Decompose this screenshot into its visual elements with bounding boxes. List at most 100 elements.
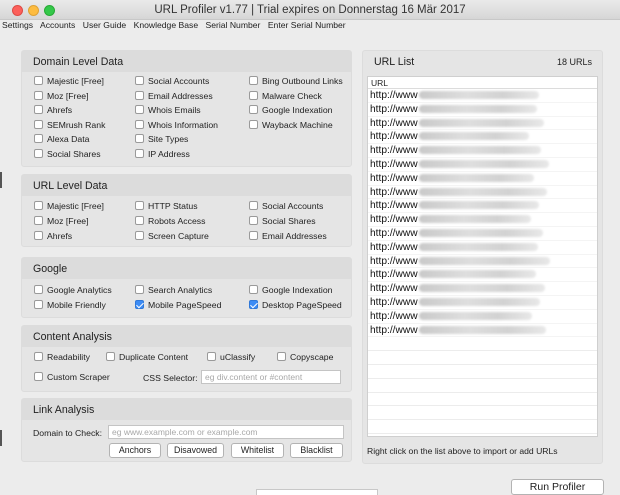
url-level-email-addresses-option[interactable]: Email Addresses	[249, 231, 327, 242]
menu-accounts[interactable]: Accounts	[40, 20, 75, 30]
url-list-table[interactable]: URL http://www http://www http://www http:/…	[367, 76, 598, 437]
css-selector-input[interactable]	[201, 370, 341, 384]
domain-site-types-option[interactable]: Site Types	[135, 134, 188, 145]
content-uclassify-checkbox[interactable]	[207, 352, 216, 361]
url-list-row[interactable]: http://www	[368, 255, 597, 269]
google-google-analytics-option[interactable]: Google Analytics	[34, 285, 112, 296]
domain-to-check-input[interactable]	[108, 425, 344, 439]
url-level-majestic-free-checkbox[interactable]	[34, 201, 43, 210]
content-uclassify-option[interactable]: uClassify	[207, 352, 255, 363]
domain-email-addresses-checkbox[interactable]	[135, 90, 144, 100]
url-list-row[interactable]: http://www	[368, 241, 597, 255]
url-level-email-addresses-checkbox[interactable]	[249, 231, 258, 240]
domain-bing-outbound-links-checkbox[interactable]	[249, 76, 258, 85]
domain-social-shares-checkbox[interactable]	[34, 149, 43, 158]
domain-malware-check-checkbox[interactable]	[249, 90, 258, 100]
run-profiler-button[interactable]: Run Profiler	[511, 479, 604, 495]
menu-knowledge-base[interactable]: Knowledge Base	[134, 20, 199, 30]
domain-alexa-data-checkbox[interactable]	[34, 134, 43, 144]
domain-semrush-rank-checkbox[interactable]	[34, 119, 43, 129]
domain-wayback-machine-option[interactable]: Wayback Machine	[249, 119, 333, 131]
domain-moz-free-checkbox[interactable]	[34, 90, 43, 100]
url-level-ahrefs-option[interactable]: Ahrefs	[34, 231, 72, 242]
url-list-empty-row[interactable]	[368, 379, 597, 393]
domain-whois-information-checkbox[interactable]	[135, 119, 144, 129]
url-list-row[interactable]: http://www	[368, 158, 597, 172]
domain-bing-outbound-links-option[interactable]: Bing Outbound Links	[249, 76, 343, 87]
url-level-http-status-checkbox[interactable]	[135, 201, 144, 210]
menu-enter-serial-number[interactable]: Enter Serial Number	[268, 20, 346, 30]
anchors-button[interactable]: Anchors	[109, 443, 161, 458]
domain-ip-address-option[interactable]: IP Address	[135, 149, 190, 160]
url-level-robots-access-option[interactable]: Robots Access	[135, 216, 205, 227]
url-level-moz-free-option[interactable]: Moz [Free]	[34, 216, 89, 227]
domain-malware-check-option[interactable]: Malware Check	[249, 90, 322, 102]
content-copyscape-checkbox[interactable]	[277, 352, 286, 361]
url-list-row[interactable]: http://www	[368, 144, 597, 158]
google-google-analytics-checkbox[interactable]	[34, 285, 43, 294]
google-mobile-pagespeed-checkbox[interactable]	[135, 300, 144, 309]
url-level-screen-capture-checkbox[interactable]	[135, 231, 144, 240]
url-list-row[interactable]: http://www	[368, 103, 597, 117]
url-list-empty-row[interactable]	[368, 420, 597, 434]
google-desktop-pagespeed-option[interactable]: Desktop PageSpeed	[249, 300, 342, 311]
menu-user-guide[interactable]: User Guide	[83, 20, 126, 30]
menu-settings[interactable]: Settings	[2, 20, 33, 30]
domain-moz-free-option[interactable]: Moz [Free]	[34, 90, 89, 102]
url-level-http-status-option[interactable]: HTTP Status	[135, 201, 198, 212]
google-google-indexation-checkbox[interactable]	[249, 285, 258, 294]
blacklist-button[interactable]: Blacklist	[290, 443, 343, 458]
domain-social-accounts-checkbox[interactable]	[135, 76, 144, 85]
url-level-robots-access-checkbox[interactable]	[135, 216, 144, 225]
url-list-empty-row[interactable]	[368, 365, 597, 379]
google-google-indexation-option[interactable]: Google Indexation	[249, 285, 333, 296]
content-readability-checkbox[interactable]	[34, 352, 43, 361]
domain-social-accounts-option[interactable]: Social Accounts	[135, 76, 209, 87]
url-list-row[interactable]: http://www	[368, 296, 597, 310]
url-list-row[interactable]: http://www	[368, 117, 597, 131]
domain-social-shares-option[interactable]: Social Shares	[34, 149, 101, 160]
url-list-empty-row[interactable]	[368, 337, 597, 352]
url-list-row[interactable]: http://www	[368, 172, 597, 186]
url-level-social-accounts-option[interactable]: Social Accounts	[249, 201, 323, 212]
url-list-row[interactable]: http://www	[368, 186, 597, 200]
url-list-empty-row[interactable]	[368, 406, 597, 421]
content-readability-option[interactable]: Readability	[34, 352, 90, 363]
url-list-row[interactable]: http://www	[368, 227, 597, 241]
domain-email-addresses-option[interactable]: Email Addresses	[135, 90, 213, 102]
url-level-social-shares-checkbox[interactable]	[249, 216, 258, 225]
google-search-analytics-option[interactable]: Search Analytics	[135, 285, 212, 296]
domain-wayback-machine-checkbox[interactable]	[249, 119, 258, 129]
google-mobile-friendly-option[interactable]: Mobile Friendly	[34, 300, 106, 311]
google-mobile-friendly-checkbox[interactable]	[34, 300, 43, 309]
url-list-empty-row[interactable]	[368, 351, 597, 365]
domain-whois-information-option[interactable]: Whois Information	[135, 119, 218, 131]
url-level-majestic-free-option[interactable]: Majestic [Free]	[34, 201, 104, 212]
url-level-social-shares-option[interactable]: Social Shares	[249, 216, 316, 227]
url-list-row[interactable]: http://www	[368, 310, 597, 324]
url-list-row[interactable]: http://www	[368, 89, 597, 103]
url-list-row[interactable]: http://www	[368, 213, 597, 227]
menu-serial-number[interactable]: Serial Number	[205, 20, 260, 30]
url-level-social-accounts-checkbox[interactable]	[249, 201, 258, 210]
whitelist-button[interactable]: Whitelist	[231, 443, 284, 458]
url-list-row[interactable]: http://www	[368, 268, 597, 283]
domain-google-indexation-option[interactable]: Google Indexation	[249, 105, 333, 116]
url-list-row[interactable]: http://www	[368, 282, 597, 296]
domain-majestic-free-option[interactable]: Majestic [Free]	[34, 76, 104, 87]
domain-site-types-checkbox[interactable]	[135, 134, 144, 144]
url-list-empty-row[interactable]	[368, 393, 597, 407]
domain-alexa-data-option[interactable]: Alexa Data	[34, 134, 90, 145]
domain-whois-emails-checkbox[interactable]	[135, 105, 144, 115]
domain-ahrefs-checkbox[interactable]	[34, 105, 43, 115]
url-list-row[interactable]: http://www	[368, 130, 597, 145]
domain-ahrefs-option[interactable]: Ahrefs	[34, 105, 72, 116]
url-list-row[interactable]: http://www	[368, 324, 597, 338]
google-mobile-pagespeed-option[interactable]: Mobile PageSpeed	[135, 300, 221, 311]
google-search-analytics-checkbox[interactable]	[135, 285, 144, 294]
disavowed-button[interactable]: Disavowed	[167, 443, 224, 458]
content-duplicate-content-checkbox[interactable]	[106, 352, 115, 361]
url-level-moz-free-checkbox[interactable]	[34, 216, 43, 225]
domain-google-indexation-checkbox[interactable]	[249, 105, 258, 115]
domain-semrush-rank-option[interactable]: SEMrush Rank	[34, 119, 105, 131]
